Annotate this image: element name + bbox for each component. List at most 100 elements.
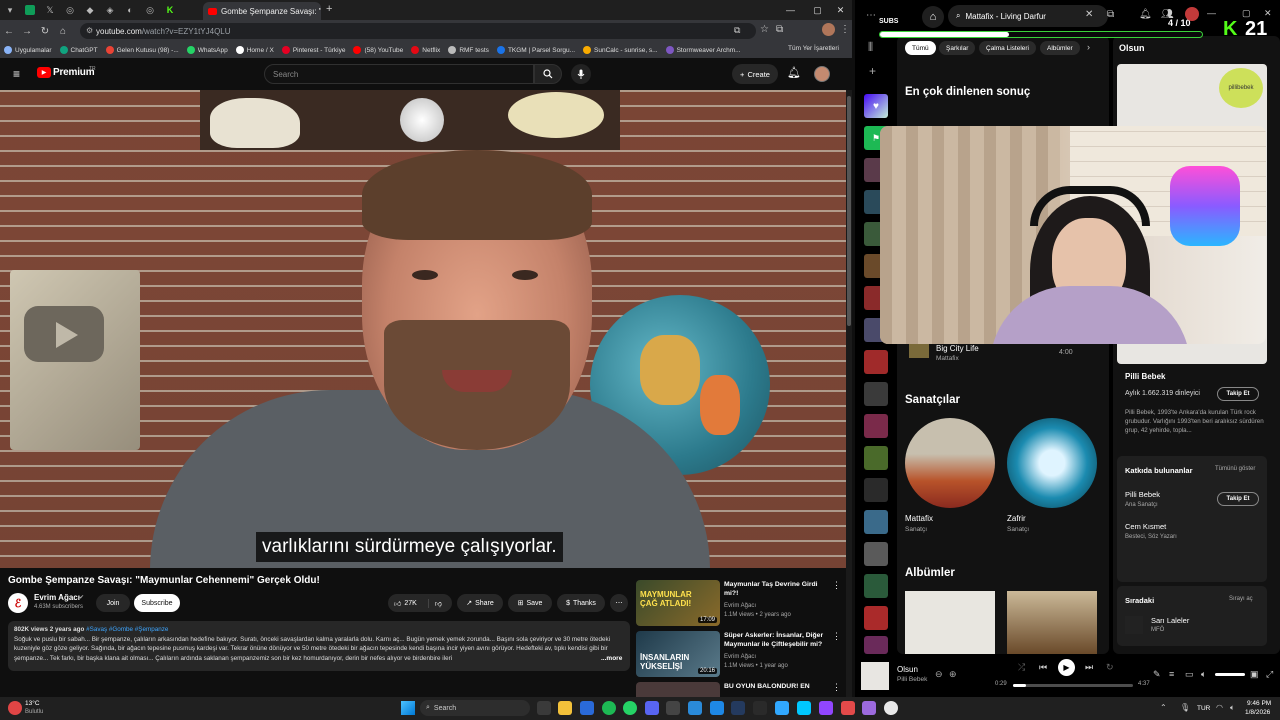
create-button[interactable]: + Create xyxy=(732,64,778,84)
mini-player-icon[interactable]: ▣ xyxy=(1250,669,1259,680)
recommendation-title[interactable]: Süper Askerler: İnsanlar, Diğer Maymunla… xyxy=(724,631,832,649)
save-button[interactable]: ⊞ Save xyxy=(508,594,552,612)
open-queue-link[interactable]: Sırayı aç xyxy=(1229,596,1253,602)
bookmark-item[interactable]: Gelen Kutusu (98) -... xyxy=(105,46,179,54)
profile-avatar[interactable] xyxy=(822,23,835,36)
follow-button[interactable]: Takip Et xyxy=(1217,387,1259,401)
track-artist[interactable]: Mattafix xyxy=(936,355,959,362)
recommendation-title[interactable]: Maymunlar Taş Devrine Girdi mi?! xyxy=(724,580,832,598)
taskbar-search[interactable]: ⌕ Search xyxy=(420,700,530,716)
steam-icon[interactable] xyxy=(731,701,745,715)
tab-kick[interactable]: K xyxy=(160,0,180,20)
chip-playlists[interactable]: Çalma Listeleri xyxy=(979,41,1036,55)
bookmark-item[interactable]: Pinterest - Türkiye xyxy=(281,46,345,54)
recommendation-title[interactable]: BU OYUN BALONDUR! EN xyxy=(724,682,832,691)
account-avatar[interactable] xyxy=(814,66,830,82)
app-icon[interactable] xyxy=(688,701,702,715)
library-item[interactable] xyxy=(864,510,888,534)
bookmark-star-icon[interactable]: ☆ xyxy=(760,24,769,35)
show-more-link[interactable]: ...more xyxy=(599,655,623,662)
album-cover[interactable] xyxy=(1007,591,1097,654)
app-icon[interactable] xyxy=(797,701,811,715)
microphone-icon[interactable] xyxy=(571,64,591,84)
library-item[interactable] xyxy=(864,414,888,438)
language-indicator[interactable]: TUR xyxy=(1197,705,1210,712)
credit-follow-button[interactable]: Takip Et xyxy=(1217,492,1259,506)
maximize-icon[interactable]: ▢ xyxy=(805,0,830,20)
reload-icon[interactable]: ↻ xyxy=(36,22,54,40)
more-actions-icon[interactable]: ⋯ xyxy=(610,594,628,612)
library-item[interactable] xyxy=(864,636,888,654)
artist-avatar-zafrir[interactable] xyxy=(1007,418,1097,508)
dislike-icon[interactable]: 👎︎ xyxy=(427,598,442,608)
album-cover[interactable] xyxy=(905,591,995,654)
home-icon[interactable]: ⌂ xyxy=(922,6,944,28)
play-button[interactable]: ▶ xyxy=(1058,659,1075,676)
chip-all[interactable]: Tümü xyxy=(905,41,936,55)
close-window-icon[interactable]: ✕ xyxy=(828,0,852,20)
video-thumbnail[interactable] xyxy=(636,682,720,697)
bookmark-item[interactable]: WhatsApp xyxy=(186,46,228,54)
library-icon[interactable]: ⫴ xyxy=(868,40,873,55)
add-icon[interactable]: + xyxy=(869,64,876,78)
tab-notion[interactable]: ◆ xyxy=(80,0,100,20)
library-item[interactable] xyxy=(864,446,888,470)
like-count[interactable]: 27K xyxy=(404,600,416,607)
tab-chatgpt[interactable]: ◎ xyxy=(60,0,80,20)
liked-songs-icon[interactable]: ♥ xyxy=(864,94,888,118)
library-item[interactable] xyxy=(864,606,888,630)
clear-search-icon[interactable]: ✕ xyxy=(1085,9,1093,20)
library-item[interactable] xyxy=(864,382,888,406)
app-icon[interactable] xyxy=(753,701,767,715)
back-icon[interactable]: ← xyxy=(0,22,18,40)
spotify-avatar[interactable] xyxy=(1185,7,1199,21)
photoshop-icon[interactable] xyxy=(775,701,789,715)
video-player[interactable] xyxy=(0,90,846,568)
chip-albums[interactable]: Albümler xyxy=(1040,41,1080,55)
join-button[interactable]: Join xyxy=(96,594,130,612)
weather-icon[interactable] xyxy=(8,701,22,715)
recommendation-item[interactable]: MAYMUNLAR ÇAĞ ATLADI! 17:09 Maymunlar Ta… xyxy=(636,580,846,628)
home-icon[interactable]: ⌂ xyxy=(54,22,72,40)
youtube-logo-icon[interactable]: ▶ xyxy=(37,67,51,78)
queue-track-artist[interactable]: MFÖ xyxy=(1151,627,1164,633)
bookmark-item[interactable]: ChatGPT xyxy=(59,46,98,54)
browse-icon[interactable]: ⧉ xyxy=(1107,9,1114,20)
subscribe-button[interactable]: Subscribe xyxy=(134,594,180,612)
clock-time[interactable]: 9:46 PM xyxy=(1247,700,1271,707)
queue-cover[interactable] xyxy=(1125,616,1143,634)
queue-track-title[interactable]: Sarı Laleler xyxy=(1151,616,1189,625)
scrollbar[interactable] xyxy=(846,90,852,697)
artist-name[interactable]: Zafrir xyxy=(1007,514,1026,523)
share-button[interactable]: ↗ Share xyxy=(457,594,503,612)
tab-icon-5[interactable]: ◈ xyxy=(100,0,120,20)
artist-panel-name[interactable]: Pilli Bebek xyxy=(1125,372,1165,381)
recommendation-item[interactable]: İNSANLARIN YÜKSELİŞİ 20:16 Süper Askerle… xyxy=(636,631,846,679)
hashtags[interactable]: #Savaş #Gombe #Şempanze xyxy=(86,626,168,633)
task-view-icon[interactable] xyxy=(537,701,551,715)
now-playing-view-icon[interactable]: ✎ xyxy=(1153,669,1161,680)
spotify-taskbar-icon[interactable] xyxy=(602,701,616,715)
queue-icon[interactable]: ≡ xyxy=(1169,669,1174,679)
site-info-icon[interactable]: ⚙ xyxy=(86,26,93,35)
tab-sheets[interactable] xyxy=(20,0,40,20)
chevron-right-icon[interactable]: › xyxy=(1087,42,1090,52)
notifications-icon[interactable]: 🔔︎ xyxy=(1139,9,1152,20)
vscode-icon[interactable] xyxy=(710,701,724,715)
bookmark-item[interactable]: Stormweaver Archm... xyxy=(665,46,741,54)
wifi-icon[interactable]: ◠ xyxy=(1216,703,1223,712)
twitch-icon[interactable] xyxy=(819,701,833,715)
show-all-link[interactable]: Tümünü göster xyxy=(1215,466,1255,472)
like-icon[interactable]: 👍︎ xyxy=(394,599,401,608)
credit-name[interactable]: Cem Kısmet xyxy=(1125,522,1166,531)
recommendation-channel[interactable]: Evrim Ağacı xyxy=(724,653,756,662)
chip-songs[interactable]: Şarkılar xyxy=(939,41,976,55)
bookmark-item[interactable]: RMF tests xyxy=(448,46,489,54)
notifications-bell-icon[interactable]: 🔔︎ xyxy=(787,66,801,79)
previous-icon[interactable]: ⏮ xyxy=(1039,662,1047,673)
library-item[interactable] xyxy=(864,542,888,566)
bookmark-item[interactable]: Netflix xyxy=(411,46,440,54)
spotify-menu-icon[interactable]: ⋯ xyxy=(866,10,876,21)
library-item[interactable] xyxy=(864,478,888,502)
fullscreen-icon[interactable]: ⤢ xyxy=(1266,669,1273,680)
